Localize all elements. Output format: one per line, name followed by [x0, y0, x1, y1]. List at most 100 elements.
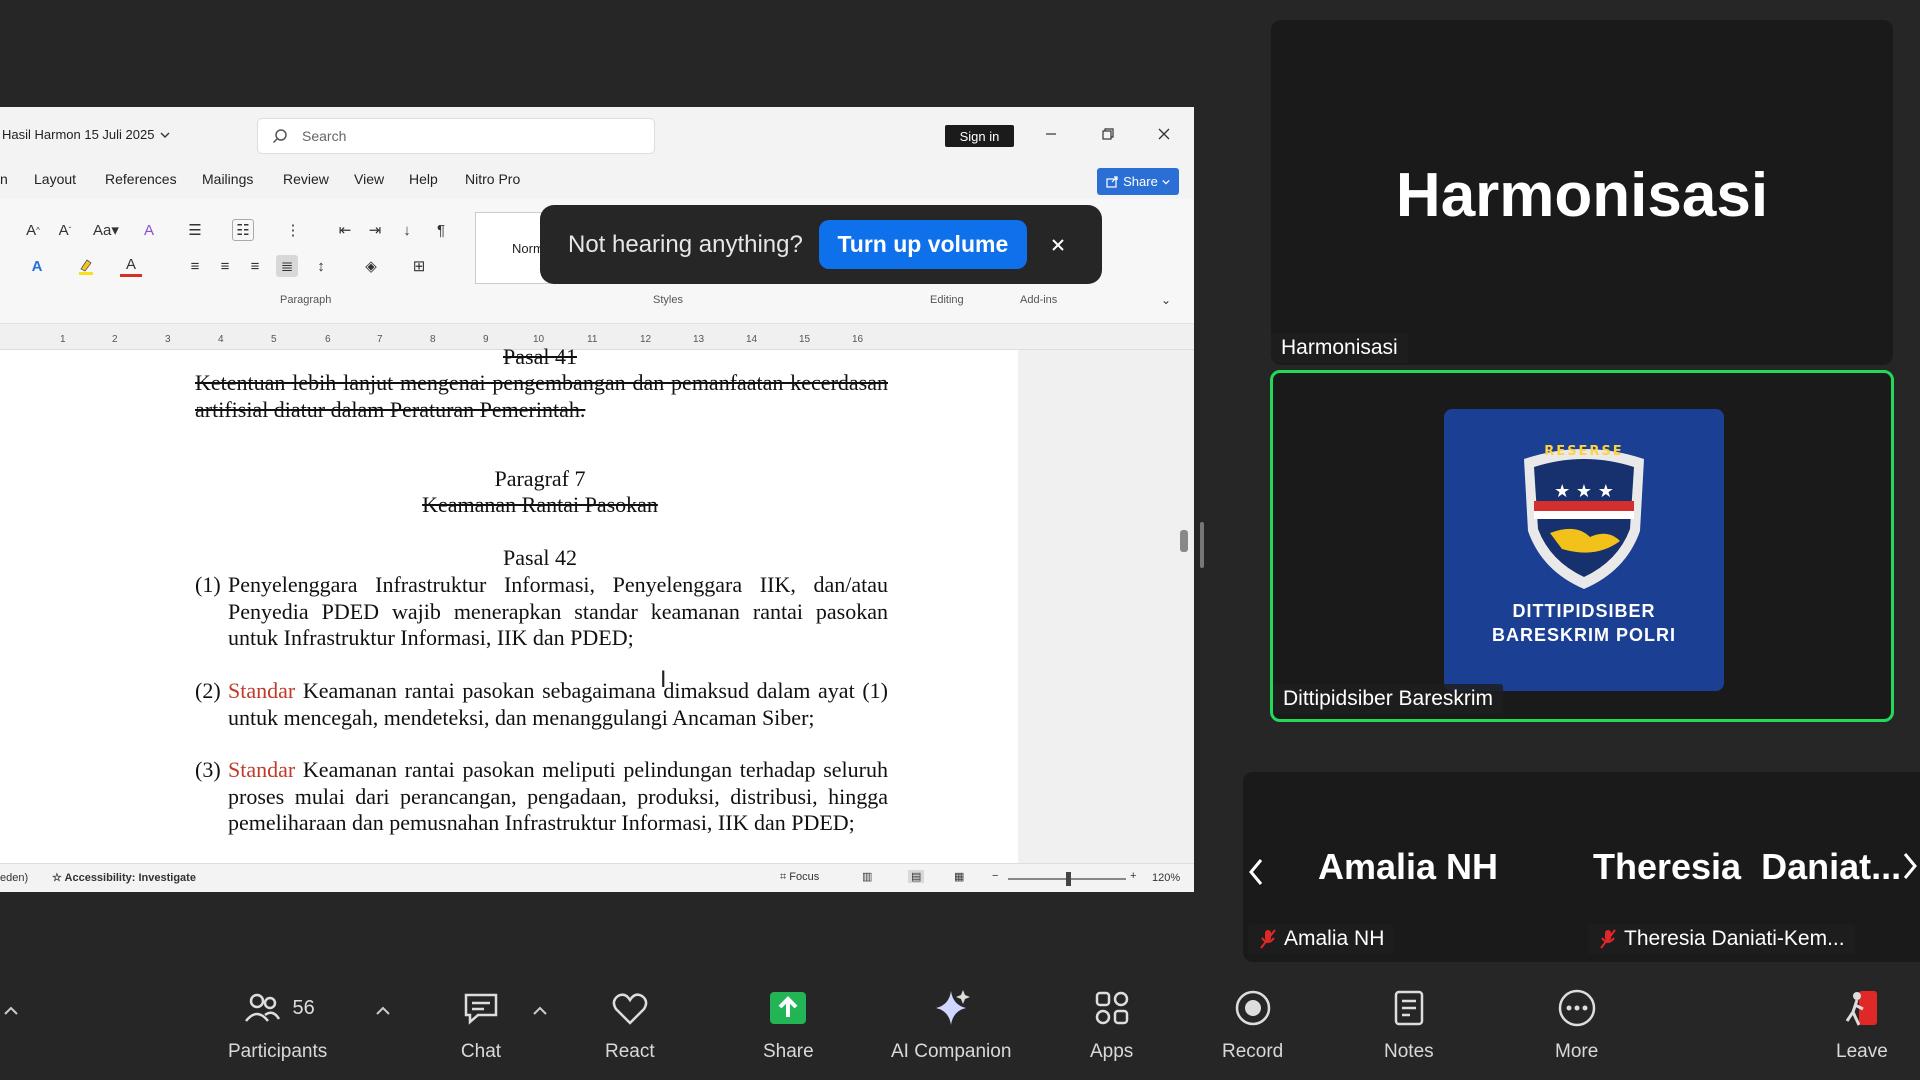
accessibility-status[interactable]: ☆ Accessibility: Investigate [52, 871, 196, 884]
document-title[interactable]: Hasil Harmon 15 Juli 2025 [2, 127, 170, 142]
menu-tab-review[interactable]: Review [283, 171, 329, 187]
notes-button[interactable]: Notes [1384, 987, 1434, 1063]
leave-button[interactable]: Leave [1836, 987, 1888, 1063]
align-left-icon[interactable]: ≡ [184, 255, 206, 277]
chat-button[interactable]: Chat [460, 987, 502, 1063]
shading-icon[interactable]: ◈ [360, 255, 382, 277]
pasal-41-text: Ketentuan lebih lanjut mengenai pengemba… [195, 370, 888, 422]
scrollbar-thumb[interactable] [1180, 530, 1188, 552]
menu-tab-layout[interactable]: Layout [34, 171, 76, 187]
resize-handle[interactable] [1200, 522, 1204, 568]
restore-button[interactable] [1090, 119, 1126, 149]
menu-tab-references[interactable]: References [105, 171, 177, 187]
ai-companion-label: AI Companion [891, 1041, 1012, 1062]
chevron-up-icon[interactable] [531, 1002, 549, 1020]
font-color-icon[interactable]: A [120, 255, 142, 277]
show-formatting-icon[interactable]: ¶ [430, 219, 452, 241]
vertical-scrollbar[interactable] [1174, 350, 1194, 863]
word-share-button[interactable]: Share [1097, 168, 1179, 195]
web-layout-icon[interactable]: ▦ [954, 870, 964, 883]
align-center-icon[interactable]: ≡ [214, 255, 236, 277]
ribbon-collapse-icon[interactable]: ⌄ [1155, 289, 1177, 311]
record-button[interactable]: Record [1222, 987, 1283, 1063]
sort-icon[interactable]: ↓ [396, 219, 418, 241]
status-partial-text: eden) [0, 872, 29, 884]
align-right-icon[interactable]: ≡ [244, 255, 266, 277]
apps-label: Apps [1090, 1041, 1134, 1062]
document-canvas: Pasal 41 Ketentuan lebih lanjut mengenai… [0, 344, 1194, 863]
minimize-icon [1046, 133, 1056, 135]
participant-name-tag: Harmonisasi [1271, 333, 1408, 363]
menu-tab-nitro-pro[interactable]: Nitro Pro [465, 171, 520, 187]
minimize-button[interactable] [1033, 119, 1069, 149]
bullets-icon[interactable]: ☰ [184, 219, 206, 241]
highlight-color-icon[interactable] [75, 255, 97, 277]
ai-companion-button[interactable]: AI Companion [891, 987, 1011, 1063]
close-window-button[interactable] [1146, 119, 1182, 149]
document-page[interactable]: Pasal 41 Ketentuan lebih lanjut mengenai… [0, 344, 1018, 863]
sign-in-button[interactable]: Sign in [945, 125, 1014, 147]
multilevel-list-icon[interactable]: ⋮ [282, 219, 304, 241]
participants-button[interactable]: 56 Participants [228, 987, 327, 1063]
increase-indent-icon[interactable]: ⇥ [364, 219, 386, 241]
focus-label: Focus [789, 871, 820, 883]
menu-tab-mailings[interactable]: Mailings [202, 171, 253, 187]
more-button[interactable]: More [1555, 987, 1598, 1063]
print-layout-icon[interactable]: ▤ [908, 870, 925, 883]
word-search-box[interactable] [257, 118, 655, 154]
menu-tab-help[interactable]: Help [409, 171, 438, 187]
next-page-button[interactable] [1902, 852, 1920, 892]
word-search-input[interactable] [302, 128, 602, 144]
zoom-level[interactable]: 120% [1152, 872, 1180, 884]
react-button[interactable]: React [605, 987, 655, 1063]
focus-button[interactable]: ⌗ Focus [780, 871, 819, 884]
list-item-number: (2) [195, 678, 221, 703]
chevron-up-icon[interactable] [374, 1002, 392, 1020]
decrease-indent-icon[interactable]: ⇤ [334, 219, 356, 241]
accessibility-label: Accessibility: Investigate [64, 872, 196, 884]
zoom-slider-thumb[interactable] [1066, 872, 1071, 886]
video-tile-dittipidsiber[interactable]: ★ ★ ★ RESERSE DITTIPIDSIBER BARESKRIM PO… [1270, 370, 1894, 722]
more-label: More [1555, 1041, 1599, 1062]
meeting-toolbar: 56 Participants Chat React Share AI Comp… [0, 975, 1920, 1080]
record-icon [1235, 990, 1270, 1026]
pasal-41-heading: Pasal 41 [503, 344, 577, 369]
borders-icon[interactable]: ⊞ [408, 255, 430, 277]
line-spacing-icon[interactable]: ↕ [310, 255, 332, 277]
participants-count: 56 [292, 996, 315, 1019]
change-case-icon[interactable]: Aa▾ [88, 219, 124, 241]
shrink-font-icon[interactable]: Aˇ [54, 219, 76, 241]
participant-name-tag: Amalia NH [1248, 924, 1395, 954]
share-screen-button[interactable]: Share [763, 987, 814, 1063]
zoom-out-icon[interactable]: − [992, 870, 998, 882]
participant-name-label: Dittipidsiber Bareskrim [1283, 687, 1494, 710]
text-effects-icon[interactable]: A [26, 255, 48, 277]
turn-up-volume-button[interactable]: Turn up volume [818, 220, 1027, 269]
grow-font-icon[interactable]: A ^ [22, 219, 44, 241]
list-item-text: Standar Keamanan rantai pasokan meliputi… [228, 757, 888, 837]
prev-page-button[interactable] [1243, 852, 1269, 892]
video-tile-harmonisasi[interactable]: Harmonisasi Harmonisasi [1271, 20, 1893, 365]
logo-line2: BARESKRIM POLRI [1491, 625, 1676, 645]
toast-close-button[interactable] [1043, 230, 1073, 260]
paragraf-subheading: Keamanan Rantai Pasokan [422, 492, 658, 517]
word-statusbar: eden) ☆ Accessibility: Investigate ⌗ Foc… [0, 863, 1194, 892]
justify-icon[interactable]: ≣ [276, 255, 298, 277]
menu-tab-partial[interactable]: n [0, 171, 8, 187]
chevron-left-icon [1249, 859, 1263, 885]
document-title-text: Hasil Harmon 15 Juli 2025 [2, 127, 155, 142]
apps-button[interactable]: Apps [1090, 987, 1133, 1063]
menu-tab-view[interactable]: View [354, 171, 384, 187]
participants-icon [244, 993, 280, 1022]
zoom-slider[interactable] [1008, 872, 1126, 886]
zoom-in-icon[interactable]: + [1130, 870, 1136, 882]
read-mode-icon[interactable]: ▥ [862, 870, 872, 883]
numbering-icon[interactable]: ☷ [232, 219, 254, 241]
record-label: Record [1222, 1041, 1284, 1062]
ruler-tick: 3 [165, 334, 171, 345]
clear-formatting-icon[interactable]: A [138, 219, 160, 241]
item-3-highlight: Standar [228, 757, 296, 782]
list-item-text: Standar Keamanan rantai pasokan sebagaim… [228, 678, 888, 731]
participant-name-label: Harmonisasi [1281, 336, 1398, 359]
chevron-up-icon[interactable] [2, 1002, 20, 1020]
